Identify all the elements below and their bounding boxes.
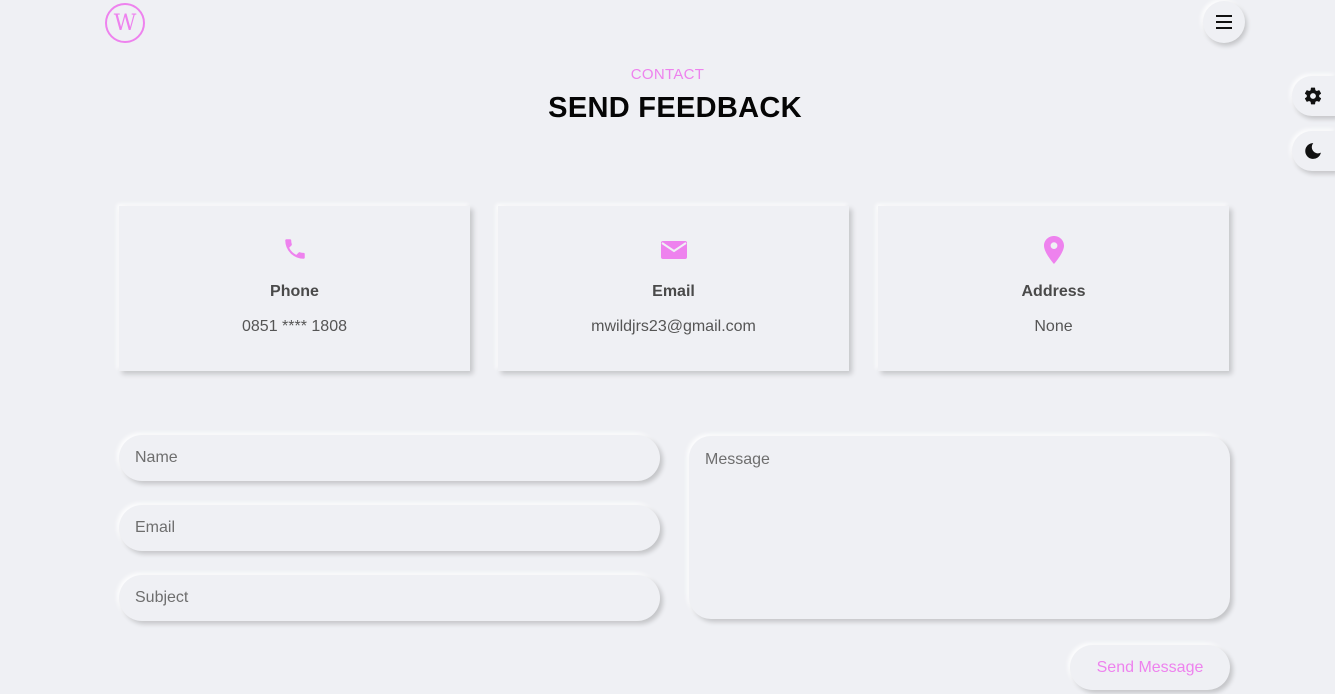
subject-input[interactable]: [119, 575, 660, 621]
email-value: mwildjrs23@gmail.com: [591, 318, 756, 335]
phone-icon: [284, 239, 305, 259]
phone-card: Phone 0851 **** 1808: [119, 206, 470, 371]
name-input[interactable]: [119, 435, 660, 481]
theme-toggle-button[interactable]: [1292, 131, 1335, 171]
map-marker-icon: [1043, 236, 1064, 264]
logo[interactable]: W: [105, 3, 145, 43]
address-card: Address None: [878, 206, 1229, 371]
send-message-button[interactable]: Send Message: [1070, 645, 1230, 690]
email-card: Email mwildjrs23@gmail.com: [498, 206, 849, 371]
address-value: None: [1034, 318, 1073, 335]
phone-value: 0851 **** 1808: [242, 318, 347, 335]
email-input[interactable]: [119, 505, 660, 551]
hamburger-menu-icon: [1216, 15, 1232, 29]
page-title: SEND FEEDBACK: [548, 92, 802, 124]
envelope-icon: [660, 241, 687, 259]
phone-label: Phone: [270, 283, 319, 300]
logo-letter: W: [113, 10, 137, 36]
message-textarea[interactable]: [689, 436, 1230, 619]
moon-icon: [1305, 143, 1321, 159]
contact-page: W CONTACT SEND FEEDBACK Phone 0851 **** …: [0, 0, 1335, 694]
address-label: Address: [1021, 283, 1086, 300]
email-label: Email: [652, 283, 695, 300]
menu-button[interactable]: [1203, 1, 1245, 43]
section-subtitle: CONTACT: [630, 66, 705, 83]
